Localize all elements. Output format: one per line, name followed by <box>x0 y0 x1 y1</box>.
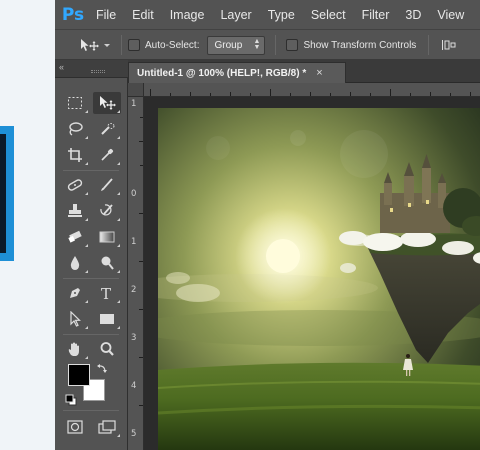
close-icon[interactable]: × <box>316 67 322 79</box>
lasso-tool-icon[interactable] <box>61 118 89 140</box>
eyedropper-tool-icon[interactable] <box>93 144 121 166</box>
auto-select-dropdown[interactable]: Group ▲ ▼ <box>207 35 266 55</box>
default-colors-icon[interactable] <box>65 394 77 406</box>
ps-logo: Ps <box>61 4 85 25</box>
tools-panel: T <box>55 78 128 450</box>
photoshop-window: Ps File Edit Image Layer Type Select Fil… <box>55 0 480 450</box>
menu-image[interactable]: Image <box>162 0 213 30</box>
blur-tool-icon[interactable] <box>61 252 89 274</box>
foreground-color-swatch[interactable] <box>68 364 90 386</box>
menu-view[interactable]: View <box>429 0 472 30</box>
menu-3d[interactable]: 3D <box>397 0 429 30</box>
rectangle-tool-icon[interactable] <box>93 308 121 330</box>
hand-tool-icon[interactable] <box>61 338 89 360</box>
menu-type[interactable]: Type <box>260 0 303 30</box>
updown-arrows-icon: ▲ ▼ <box>253 37 261 51</box>
history-brush-tool-icon[interactable] <box>93 200 121 222</box>
ruler-label: 2 <box>131 285 137 295</box>
spot-healing-brush-tool-icon[interactable] <box>61 174 89 196</box>
ruler-origin[interactable] <box>128 83 144 97</box>
ruler-label: 0 <box>131 189 137 199</box>
blue-thumbnail <box>0 126 14 261</box>
crop-tool-icon[interactable] <box>61 144 89 166</box>
move-tool-preset-icon[interactable] <box>71 34 115 56</box>
show-transform-label: Show Transform Controls <box>303 39 417 51</box>
ruler-label: 4 <box>131 381 137 391</box>
auto-select-checkbox[interactable] <box>128 39 140 51</box>
menu-file[interactable]: File <box>88 0 124 30</box>
document-tab-bar: Untitled-1 @ 100% (HELP!, RGB/8) * × <box>128 60 480 83</box>
panel-grip-icon[interactable] <box>91 70 105 73</box>
swap-colors-icon[interactable] <box>95 362 109 376</box>
eraser-tool-icon[interactable] <box>61 226 89 248</box>
quick-mask-icon[interactable] <box>61 416 89 438</box>
fantasy-landscape-image <box>158 108 480 450</box>
ruler-label: 1 <box>131 237 137 247</box>
menu-bar: Ps File Edit Image Layer Type Select Fil… <box>55 0 480 30</box>
auto-select-label: Auto-Select: <box>145 39 200 51</box>
document-title: Untitled-1 @ 100% (HELP!, RGB/8) * <box>137 67 307 79</box>
move-tool-icon[interactable] <box>93 92 121 114</box>
menu-filter[interactable]: Filter <box>354 0 398 30</box>
screen-mode-icon[interactable] <box>93 416 121 438</box>
type-tool-icon[interactable]: T <box>93 282 121 304</box>
ruler-label: 5 <box>131 429 137 439</box>
path-selection-tool-icon[interactable] <box>61 308 89 330</box>
clone-stamp-tool-icon[interactable] <box>61 200 89 222</box>
horizontal-ruler[interactable] <box>144 83 480 97</box>
quick-selection-tool-icon[interactable] <box>93 118 121 140</box>
dodge-tool-icon[interactable] <box>93 252 121 274</box>
document-canvas[interactable] <box>144 97 480 450</box>
page-background <box>0 0 55 450</box>
align-top-edges-icon[interactable] <box>439 36 459 54</box>
ruler-label: 3 <box>131 333 137 343</box>
pen-tool-icon[interactable] <box>61 282 89 304</box>
svg-text:T: T <box>101 285 111 301</box>
menu-select[interactable]: Select <box>303 0 354 30</box>
vertical-ruler[interactable]: 1 0 1 2 3 4 5 <box>128 97 144 450</box>
menu-layer[interactable]: Layer <box>212 0 259 30</box>
show-transform-checkbox[interactable] <box>286 39 299 51</box>
zoom-tool-icon[interactable] <box>93 338 121 360</box>
tools-panel-header[interactable]: « <box>55 60 128 78</box>
collapse-panel-icon[interactable]: « <box>59 62 64 72</box>
gradient-tool-icon[interactable] <box>93 226 121 248</box>
menu-edit[interactable]: Edit <box>124 0 162 30</box>
brush-tool-icon[interactable] <box>93 174 121 196</box>
ruler-label: 1 <box>131 99 137 109</box>
options-bar: Auto-Select: Group ▲ ▼ Show Transform Con… <box>55 31 480 60</box>
document-tab[interactable]: Untitled-1 @ 100% (HELP!, RGB/8) * × <box>128 62 346 83</box>
rectangular-marquee-tool-icon[interactable] <box>61 92 89 114</box>
